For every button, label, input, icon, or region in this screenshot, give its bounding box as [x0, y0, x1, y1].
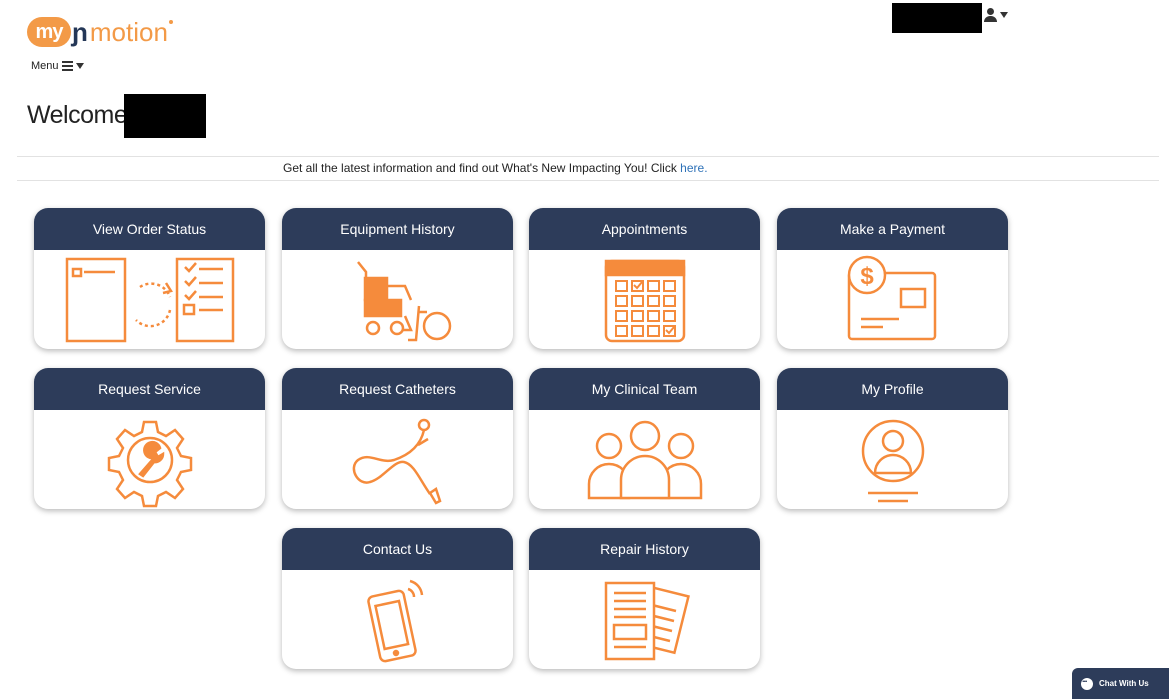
- brand-logo[interactable]: my ɲ motion: [27, 12, 173, 52]
- tile-title: Request Service: [34, 368, 265, 410]
- logo-word: motion: [89, 17, 168, 47]
- wrench-gear-icon: [107, 420, 192, 507]
- svg-text:$: $: [860, 263, 874, 290]
- tile-title: My Clinical Team: [529, 368, 760, 410]
- tile-equipment-history[interactable]: Equipment History: [282, 208, 513, 349]
- menu-toggle[interactable]: Menu: [31, 59, 84, 73]
- tile-title: Repair History: [529, 528, 760, 570]
- tile-my-clinical-team[interactable]: My Clinical Team: [529, 368, 760, 509]
- order-status-icon: [65, 257, 234, 342]
- tile-appointments[interactable]: Appointments: [529, 208, 760, 349]
- logo-badge: my: [27, 17, 71, 47]
- chat-label: Chat With Us: [1099, 679, 1149, 688]
- tile-my-profile[interactable]: My Profile: [777, 368, 1008, 509]
- profile-icon: [861, 419, 924, 502]
- news-banner: Get all the latest information and find …: [17, 156, 1159, 181]
- phone-icon: [366, 579, 423, 662]
- welcome-heading: Welcome,: [27, 101, 134, 129]
- tile-title: My Profile: [777, 368, 1008, 410]
- redacted-name: [124, 94, 206, 138]
- catheter-icon: [352, 418, 442, 505]
- chevron-down-icon: [1000, 12, 1008, 18]
- tile-request-catheters[interactable]: Request Catheters: [282, 368, 513, 509]
- tile-title: View Order Status: [34, 208, 265, 250]
- documents-icon: [604, 581, 690, 660]
- tile-title: Equipment History: [282, 208, 513, 250]
- tile-title: Make a Payment: [777, 208, 1008, 250]
- user-icon: [984, 8, 997, 22]
- tile-make-a-payment[interactable]: Make a Payment $: [777, 208, 1008, 349]
- logo-nu: ɲ: [72, 17, 88, 47]
- user-menu-toggle[interactable]: [984, 8, 1008, 22]
- chat-with-us-button[interactable]: Chat With Us: [1072, 668, 1169, 699]
- menu-label: Menu: [31, 60, 59, 72]
- tile-request-service[interactable]: Request Service: [34, 368, 265, 509]
- logo-dot: [168, 20, 173, 24]
- chat-bubble-icon: [1081, 674, 1093, 690]
- tile-contact-us[interactable]: Contact Us: [282, 528, 513, 669]
- wheelchair-icon: [356, 260, 451, 341]
- redacted-username: [892, 3, 982, 33]
- tile-repair-history[interactable]: Repair History: [529, 528, 760, 669]
- news-text: Get all the latest information and find …: [283, 161, 681, 175]
- news-link[interactable]: here.: [680, 161, 707, 175]
- tile-view-order-status[interactable]: View Order Status: [34, 208, 265, 349]
- team-icon: [587, 420, 702, 499]
- chevron-down-icon: [75, 63, 84, 69]
- calendar-icon: [604, 259, 685, 342]
- hamburger-icon: [61, 59, 73, 73]
- tile-title: Appointments: [529, 208, 760, 250]
- tile-title: Contact Us: [282, 528, 513, 570]
- tile-title: Request Catheters: [282, 368, 513, 410]
- payment-icon: $: [847, 255, 936, 340]
